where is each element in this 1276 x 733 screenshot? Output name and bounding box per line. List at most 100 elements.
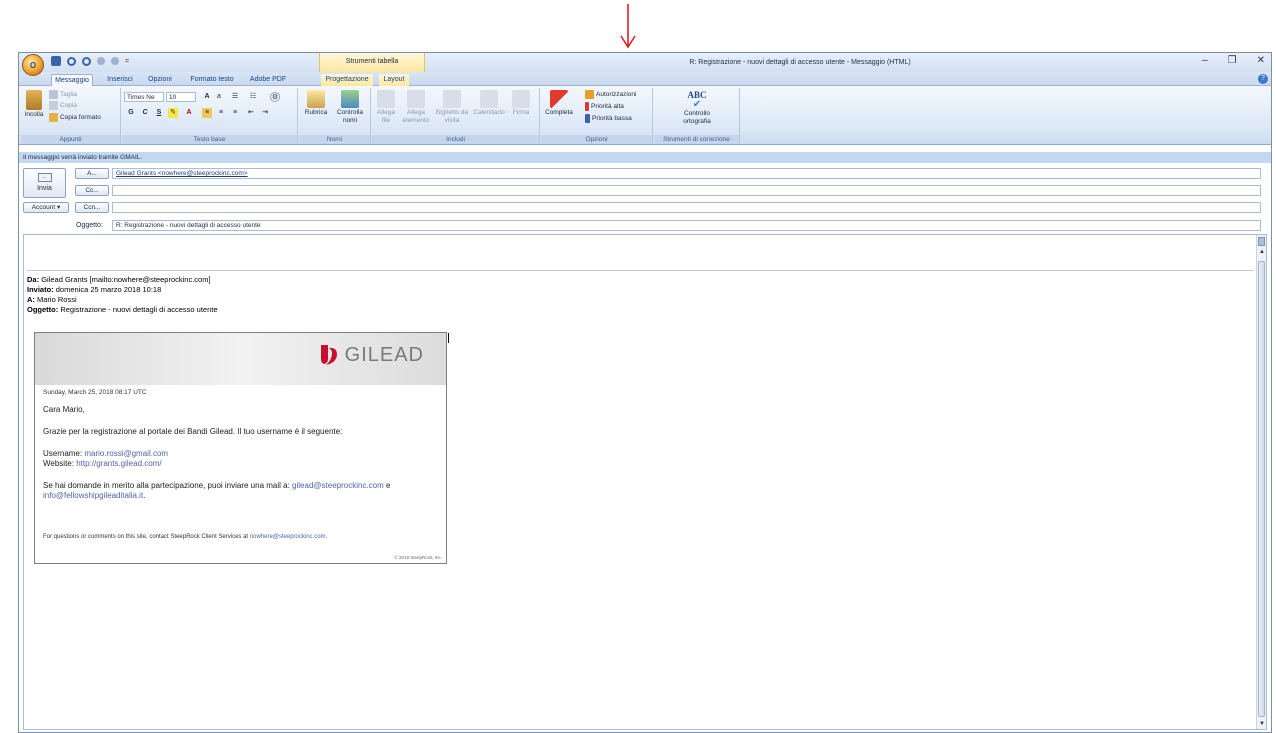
tab-adobe-pdf[interactable]: Adobe PDF [247, 74, 289, 86]
tab-progettazione[interactable]: Progettazione [321, 74, 373, 86]
ribbon-tabs: Messaggio Inserisci Opzioni Formato test… [19, 72, 1271, 86]
follow-up-button[interactable]: Completa [543, 90, 575, 117]
numbering-button[interactable]: ☷ [248, 92, 258, 102]
office-button[interactable]: O [22, 54, 44, 76]
align-left-button[interactable]: ≡ [202, 108, 212, 118]
group-includi: Allega file Allega elemento Biglietto da… [372, 88, 540, 144]
spelling-button[interactable]: ABC ✔ Controllo ortografia [672, 90, 722, 126]
gilead-email-link[interactable]: gilead@steeprockinc.com [292, 481, 384, 490]
calendar-icon [480, 90, 498, 108]
undo-icon[interactable] [67, 56, 76, 66]
calendar-button[interactable]: Calendario [472, 90, 506, 117]
bcc-button[interactable]: Ccn... [75, 202, 109, 213]
account-button[interactable]: Account ▾ [23, 202, 69, 213]
shrink-font-button[interactable]: a [214, 92, 224, 102]
highlight-button[interactable]: ✎ [168, 108, 178, 118]
attach-item-button[interactable]: Allega elemento [400, 90, 432, 125]
website-link[interactable]: http://grants.gilead.com/ [76, 459, 161, 468]
gilead-logo-icon [320, 345, 337, 365]
tab-opzioni[interactable]: Opzioni [145, 74, 175, 86]
font-color-button[interactable]: A [184, 108, 194, 118]
align-right-button[interactable]: ≡ [230, 108, 240, 118]
previous-item-icon[interactable] [97, 57, 105, 65]
signature-button[interactable]: Firma [508, 90, 534, 117]
qat-customize-button[interactable]: = [125, 58, 129, 65]
username-link[interactable]: mario.rossi@gmail.com [84, 449, 168, 458]
font-size-select[interactable]: 10 [166, 92, 196, 102]
nowhere-email-link[interactable]: nowhere@steeprockinc.com [250, 534, 326, 540]
increase-indent-button[interactable]: ⇥ [260, 108, 270, 118]
header-to: A: Mario Rossi [27, 295, 77, 304]
group-appunti: Incolla Taglia Copia Copia formato Appun… [21, 88, 121, 144]
permission-icon [585, 90, 594, 99]
ruler-toggle-icon[interactable] [1258, 237, 1265, 246]
check-mark-icon: ✔ [692, 99, 702, 110]
high-importance-button[interactable]: Priorità alta [585, 102, 624, 111]
scroll-thumb[interactable] [1258, 261, 1265, 717]
attach-file-button[interactable]: Allega file [374, 90, 398, 125]
to-button[interactable]: A... [75, 168, 109, 179]
copy-icon [49, 101, 58, 110]
copyright: © 2018 SteepRock, Inc. [394, 555, 442, 560]
decrease-indent-button[interactable]: ⇤ [246, 108, 256, 118]
group-label: Strumenti di correzione [654, 135, 739, 144]
cc-button[interactable]: Cc... [75, 185, 109, 196]
annotation-arrow-icon [620, 4, 636, 49]
align-center-button[interactable]: ≡ [216, 108, 226, 118]
send-button[interactable]: ... Invia [23, 168, 66, 198]
window-controls: – ❐ ✕ [1202, 55, 1265, 66]
restore-button[interactable]: ❐ [1228, 55, 1237, 66]
low-importance-button[interactable]: Priorità bassa [585, 114, 632, 123]
envelope-icon: ... [37, 173, 52, 182]
email-card: GILEAD Sunday, March 25, 2018 08:17 UTC … [34, 332, 447, 564]
flag-icon [550, 90, 568, 108]
copy-button[interactable]: Copia [49, 101, 77, 110]
paperclip-icon [377, 90, 395, 108]
bullets-button[interactable]: ☰ [230, 92, 240, 102]
underline-button[interactable]: S [154, 108, 164, 118]
bcc-field[interactable] [112, 202, 1261, 213]
minimize-button[interactable]: – [1202, 55, 1208, 66]
business-card-button[interactable]: Biglietto da visita [434, 90, 470, 125]
to-field[interactable]: Gilead Grants <nowhere@steeprockinc.com> [112, 168, 1261, 179]
group-nomi: Rubrica Controlla nomi Nomi [299, 88, 371, 144]
check-names-button[interactable]: Controlla nomi [333, 90, 367, 125]
scroll-down-icon[interactable]: ▼ [1259, 721, 1265, 727]
format-painter-button[interactable]: Copia formato [49, 113, 101, 122]
tab-messaggio[interactable]: Messaggio [51, 74, 93, 86]
intro-paragraph: Grazie per la registrazione al portale d… [43, 427, 343, 436]
group-label: Opzioni [541, 135, 652, 144]
permissions-button[interactable]: Autorizzazioni [585, 90, 636, 99]
exclamation-icon [585, 102, 589, 111]
cut-button[interactable]: Taglia [49, 90, 77, 99]
vertical-scrollbar[interactable]: ▲ ▼ [1256, 235, 1266, 729]
paste-button[interactable]: Incolla [23, 90, 45, 119]
group-label: Nomi [299, 135, 370, 144]
italic-button[interactable]: C [140, 108, 150, 118]
grow-font-button[interactable]: A [202, 92, 212, 102]
header-subject: Oggetto: Registrazione - nuovi dettagli … [27, 305, 218, 314]
username-line: Username: mario.rossi@gmail.com [43, 449, 169, 458]
fellowship-email-link[interactable]: info@fellowshipgileaditalia.it [43, 491, 143, 500]
save-icon[interactable] [51, 56, 61, 66]
group-label: Testo base [122, 135, 297, 144]
contact-paragraph: Se hai domande in merito alla partecipaz… [43, 481, 391, 500]
scroll-up-icon[interactable]: ▲ [1259, 249, 1265, 255]
next-item-icon[interactable] [111, 57, 119, 65]
styles-button[interactable]: ⚙ [270, 92, 280, 102]
tab-formato-testo[interactable]: Formato testo [185, 74, 239, 86]
cc-field[interactable] [112, 185, 1261, 196]
redo-icon[interactable] [82, 56, 91, 66]
help-icon[interactable]: ? [1258, 74, 1268, 84]
font-name-select[interactable]: Times Ne [124, 92, 164, 102]
brush-icon [49, 113, 58, 122]
address-book-button[interactable]: Rubrica [301, 90, 331, 117]
close-button[interactable]: ✕ [1257, 55, 1265, 66]
context-tab-title: Strumenti tabella [319, 53, 425, 72]
group-label: Appunti [21, 135, 120, 144]
subject-field[interactable]: R: Registrazione - nuovi dettagli di acc… [112, 220, 1261, 231]
message-body[interactable]: ▲ ▼ Da: Gilead Grants [mailto:nowhere@st… [23, 234, 1267, 730]
tab-inserisci[interactable]: Inserisci [103, 74, 137, 86]
bold-button[interactable]: G [126, 108, 136, 118]
tab-layout[interactable]: Layout [379, 74, 409, 86]
